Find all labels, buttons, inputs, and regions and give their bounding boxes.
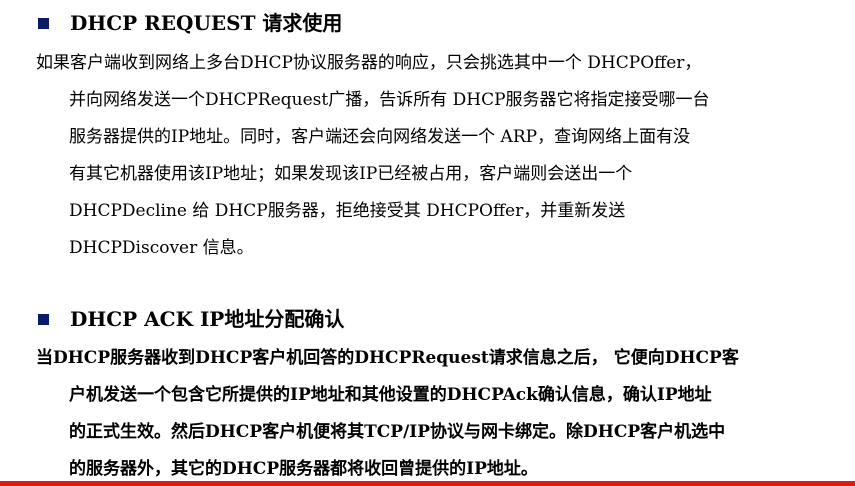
paragraph-line: 如果客户端收到网络上多台DHCP协议服务器的响应，只会挑选其中一个 DHCPOf… — [36, 53, 702, 73]
section-title: DHCP REQUEST 请求使用 — [70, 11, 343, 35]
square-bullet-icon — [38, 17, 49, 29]
section-heading-dhcp-ack: DHCP ACK IP地址分配确认 — [38, 304, 344, 334]
paragraph-line: 的正式生效。然后DHCP客户机便将其TCP/IP协议与网卡绑定。除DHCP客户机… — [69, 422, 726, 442]
dhcp-request-paragraph: 如果客户端收到网络上多台DHCP协议服务器的响应，只会挑选其中一个 DHCPOf… — [36, 45, 710, 267]
paragraph-line: 服务器提供的IP地址。同时，客户端还会向网络发送一个 ARP，查询网络上面有没 — [69, 127, 691, 147]
section-title: DHCP ACK IP地址分配确认 — [70, 307, 345, 331]
paragraph-line: 户机发送一个包含它所提供的IP地址和其他设置的DHCPAck确认信息，确认IP地… — [69, 385, 712, 405]
paragraph-line: 并向网络发送一个DHCPRequest广播，告诉所有 DHCP服务器它将指定接受… — [69, 90, 710, 110]
paragraph-line: 有其它机器使用该IP地址；如果发现该IP已经被占用，客户端则会送出一个 — [69, 164, 633, 184]
bottom-red-rule — [0, 481, 855, 486]
slide-page: DHCP REQUEST 请求使用 如果客户端收到网络上多台DHCP协议服务器的… — [0, 0, 855, 486]
section-heading-dhcp-request: DHCP REQUEST 请求使用 — [38, 8, 342, 38]
paragraph-line: 当DHCP服务器收到DHCP客户机回答的DHCPRequest请求信息之后， 它… — [36, 348, 739, 368]
square-bullet-icon — [38, 313, 49, 325]
paragraph-line: DHCPDecline 给 DHCP服务器，拒绝接受其 DHCPOffer，并重… — [69, 201, 626, 221]
dhcp-ack-paragraph: 当DHCP服务器收到DHCP客户机回答的DHCPRequest请求信息之后， 它… — [36, 340, 739, 486]
paragraph-line: DHCPDiscover 信息。 — [69, 238, 254, 258]
